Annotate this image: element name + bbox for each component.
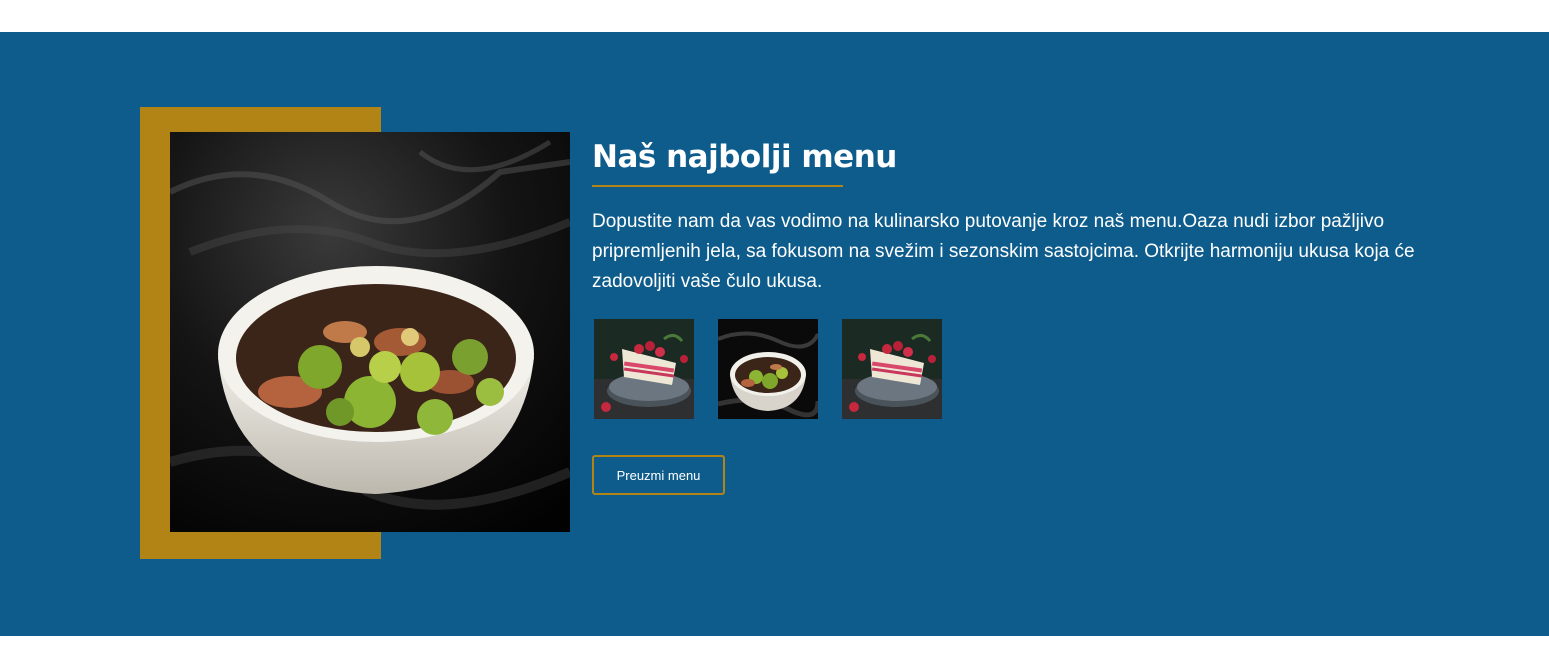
title-underline <box>592 185 843 187</box>
menu-section: Naš najbolji menu Dopustite nam da vas v… <box>0 32 1549 636</box>
thumbnail-gallery <box>592 319 1472 419</box>
section-description: Dopustite nam da vas vodimo na kulinarsk… <box>592 211 1415 292</box>
download-menu-button[interactable]: Preuzmi menu <box>592 455 725 495</box>
menu-content: Naš najbolji menu Dopustite nam da vas v… <box>592 132 1472 495</box>
section-title: Naš najbolji menu <box>592 139 897 175</box>
thumbnail-raspberry-cake[interactable] <box>594 319 694 419</box>
thumbnail-raspberry-cake-2[interactable] <box>842 319 942 419</box>
main-dish-image <box>170 132 570 532</box>
thumbnail-broccoli-bowl[interactable] <box>718 319 818 419</box>
